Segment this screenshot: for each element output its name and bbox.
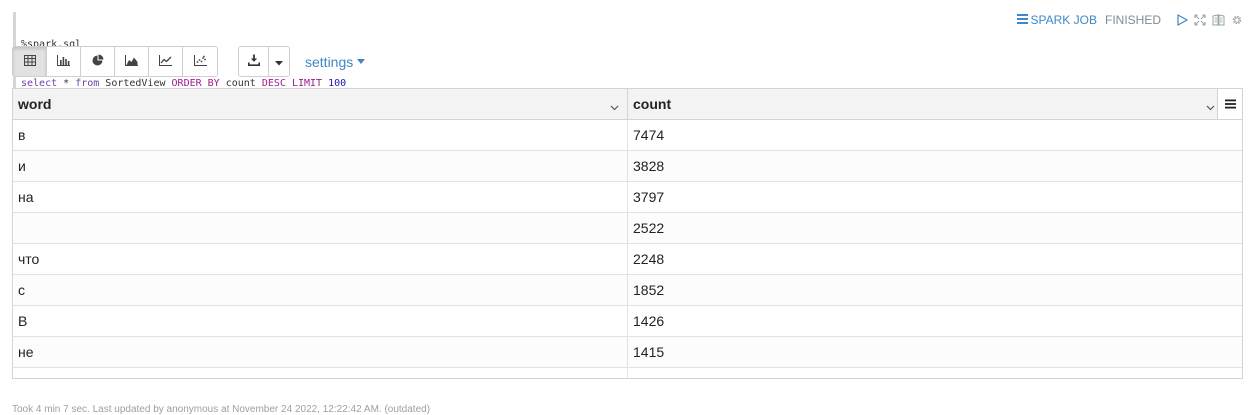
download-button[interactable] (239, 47, 269, 76)
book-icon[interactable] (1212, 14, 1225, 26)
spark-job-label: SPARK JOB (1030, 13, 1097, 27)
download-icon (247, 53, 260, 71)
bar-chart-view-button[interactable] (47, 47, 81, 76)
table-view-button[interactable] (13, 47, 47, 76)
column-header-label: word (18, 96, 52, 112)
column-header-word[interactable]: word (13, 89, 628, 119)
settings-toggle[interactable]: settings (305, 53, 366, 70)
table-row[interactable]: не 1415 (13, 337, 1242, 368)
download-dropdown-button[interactable] (269, 47, 289, 76)
column-header-label: count (633, 96, 672, 112)
cell-word: что (13, 244, 628, 274)
table-row[interactable]: в 7474 (13, 120, 1242, 151)
download-button-group (238, 46, 290, 77)
cell-count: 3828 (633, 158, 665, 174)
result-table: word count в 7474 и 3828 на 3797 2522 что 22… (12, 88, 1243, 379)
menu-icon (1224, 97, 1236, 112)
spark-job-link[interactable]: SPARK JOB (1016, 13, 1097, 27)
cell-word: В (13, 306, 628, 336)
cell-word (13, 368, 628, 378)
expand-icon[interactable] (1194, 14, 1206, 26)
cell-count: 1426 (633, 313, 665, 329)
table-icon (23, 53, 36, 71)
cell-count: 1852 (633, 282, 665, 298)
run-icon[interactable] (1177, 14, 1188, 26)
table-row[interactable]: 2522 (13, 213, 1242, 244)
status-text: FINISHED (1104, 13, 1161, 27)
table-row[interactable]: что 2248 (13, 244, 1242, 275)
scatter-chart-view-button[interactable] (183, 47, 217, 76)
column-header-count[interactable]: count (628, 89, 1217, 119)
chevron-down-icon[interactable] (1206, 98, 1215, 114)
table-row[interactable]: на 3797 (13, 182, 1242, 213)
cell-count: 3797 (633, 189, 665, 205)
table-header: word count (13, 89, 1242, 120)
table-row[interactable]: и 3828 (13, 151, 1242, 182)
cell-count: 1415 (633, 344, 665, 360)
grid-menu-button[interactable] (1217, 89, 1242, 120)
table-row[interactable]: В 1426 (13, 306, 1242, 337)
cell-word: на (13, 182, 628, 212)
chevron-down-icon[interactable] (610, 98, 619, 114)
scatter-chart-icon (193, 53, 207, 71)
view-button-group (12, 46, 218, 77)
settings-label: settings (305, 53, 354, 70)
line-chart-icon (159, 53, 172, 71)
pie-chart-view-button[interactable] (81, 47, 115, 76)
line-chart-view-button[interactable] (149, 47, 183, 76)
pie-chart-icon (92, 53, 104, 71)
bar-chart-icon (57, 53, 70, 71)
area-chart-icon (125, 53, 138, 71)
table-row[interactable]: 1411 (13, 368, 1242, 378)
caret-down-icon (275, 53, 283, 71)
cell-count: 7474 (633, 127, 665, 143)
caret-down-icon (357, 59, 366, 64)
visualization-toolbar: settings (12, 46, 366, 77)
table-row[interactable]: с 1852 (13, 275, 1242, 306)
cell-word: не (13, 337, 628, 367)
settings-gear-icon[interactable] (1231, 14, 1243, 26)
cell-count: 1411 (628, 368, 1242, 378)
cell-word: с (13, 275, 628, 305)
cell-word (13, 213, 628, 243)
cell-word: и (13, 151, 628, 181)
cell-count: 2248 (633, 251, 665, 267)
cell-word: в (13, 120, 628, 150)
cell-count: 2522 (633, 220, 665, 236)
paragraph-footer: Took 4 min 7 sec. Last updated by anonym… (12, 404, 431, 415)
area-chart-view-button[interactable] (115, 47, 149, 76)
paragraph-status-bar: SPARK JOB FINISHED (1016, 12, 1243, 28)
list-icon (1016, 13, 1031, 27)
table-body: в 7474 и 3828 на 3797 2522 что 2248 с 1852 В1… (13, 120, 1242, 378)
